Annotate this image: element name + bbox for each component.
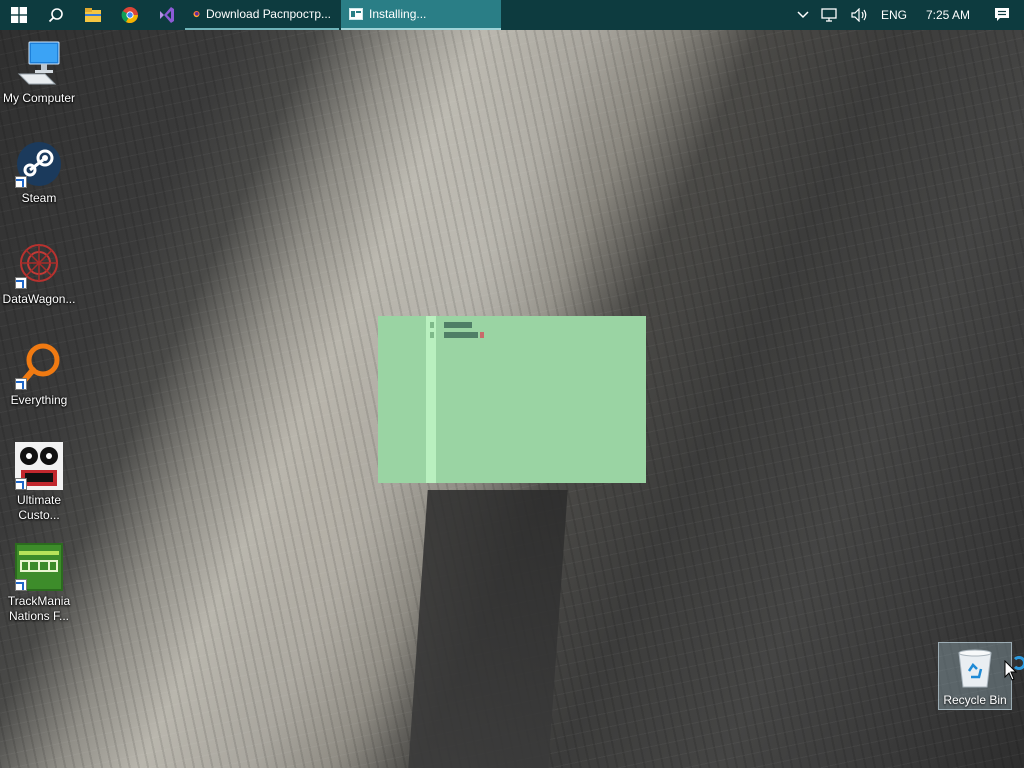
desktop-icon-label: Everything bbox=[10, 393, 68, 407]
shortcut-arrow-icon bbox=[15, 579, 27, 591]
file-explorer-icon bbox=[84, 8, 101, 22]
taskbar-app-label: Download Распростр... bbox=[206, 7, 331, 21]
taskbar: Download Распростр... Installing... ENG … bbox=[0, 0, 1024, 30]
chrome-button[interactable] bbox=[111, 0, 148, 30]
installer-window[interactable] bbox=[378, 316, 646, 483]
taskbar-app-label: Installing... bbox=[369, 7, 427, 21]
mouse-cursor-icon bbox=[1004, 660, 1018, 681]
system-tray: ENG 7:25 AM bbox=[792, 0, 1024, 30]
network-button[interactable] bbox=[816, 0, 844, 30]
installer-progress-marker bbox=[480, 332, 484, 338]
volume-button[interactable] bbox=[846, 0, 874, 30]
desktop-icon-recycle-bin[interactable]: Recycle Bin bbox=[938, 642, 1012, 710]
file-explorer-button[interactable] bbox=[74, 0, 111, 30]
visual-studio-icon bbox=[159, 7, 174, 23]
shortcut-arrow-icon bbox=[15, 378, 27, 390]
desktop-icon-label: My Computer bbox=[2, 91, 76, 105]
shortcut-arrow-icon bbox=[15, 176, 27, 188]
desktop-icon-datawagon[interactable]: DataWagon... bbox=[0, 241, 78, 307]
taskbar-app-firefox[interactable]: Download Распростр... bbox=[185, 0, 339, 30]
notification-icon bbox=[995, 8, 1009, 21]
search-button[interactable] bbox=[37, 0, 74, 30]
desktop-icon-ultimate-custom[interactable]: Ultimate Custo... bbox=[0, 442, 78, 523]
datawagon-icon bbox=[15, 241, 63, 289]
ultimate-custom-icon bbox=[15, 442, 63, 490]
steam-icon bbox=[15, 140, 63, 188]
show-hidden-icons-button[interactable] bbox=[792, 0, 814, 30]
desktop-icon-label: TrackMania Nations F... bbox=[7, 594, 71, 623]
chevron-up-icon bbox=[797, 11, 809, 19]
taskbar-app-installing[interactable]: Installing... bbox=[341, 0, 501, 30]
installer-mark bbox=[430, 332, 434, 338]
firefox-icon bbox=[193, 10, 200, 18]
installer-text-block bbox=[444, 322, 472, 328]
desktop-icon-my-computer[interactable]: My Computer bbox=[0, 40, 78, 106]
installer-progress-bar bbox=[444, 332, 478, 338]
desktop-icon-label: Steam bbox=[21, 191, 57, 205]
search-icon bbox=[48, 8, 63, 23]
desktop-icon-trackmania[interactable]: TrackMania Nations F... bbox=[0, 543, 78, 624]
installer-window-icon bbox=[349, 8, 363, 20]
installer-side-stripe bbox=[426, 316, 436, 483]
clock[interactable]: 7:25 AM bbox=[914, 0, 982, 30]
desktop-icon-label: Ultimate Custo... bbox=[16, 493, 61, 522]
language-indicator[interactable]: ENG bbox=[876, 0, 912, 30]
wallpaper-detail bbox=[408, 490, 568, 768]
desktop-icon-label: Recycle Bin bbox=[943, 693, 1007, 707]
network-icon bbox=[821, 8, 837, 22]
desktop-icon-label: DataWagon... bbox=[2, 292, 76, 306]
recycle-bin-icon bbox=[955, 647, 995, 689]
desktop-icon-everything[interactable]: Everything bbox=[0, 342, 78, 408]
shortcut-arrow-icon bbox=[15, 277, 27, 289]
windows-logo-icon bbox=[10, 7, 27, 23]
everything-search-icon bbox=[15, 342, 63, 390]
chrome-icon bbox=[121, 7, 138, 24]
action-center-button[interactable] bbox=[984, 0, 1020, 30]
shortcut-arrow-icon bbox=[15, 478, 27, 490]
start-button[interactable] bbox=[0, 0, 37, 30]
visual-studio-button[interactable] bbox=[148, 0, 185, 30]
desktop-icon-steam[interactable]: Steam bbox=[0, 140, 78, 206]
speaker-icon bbox=[851, 8, 867, 22]
trackmania-icon bbox=[15, 543, 63, 591]
my-computer-icon bbox=[15, 40, 63, 88]
installer-mark bbox=[430, 322, 434, 328]
